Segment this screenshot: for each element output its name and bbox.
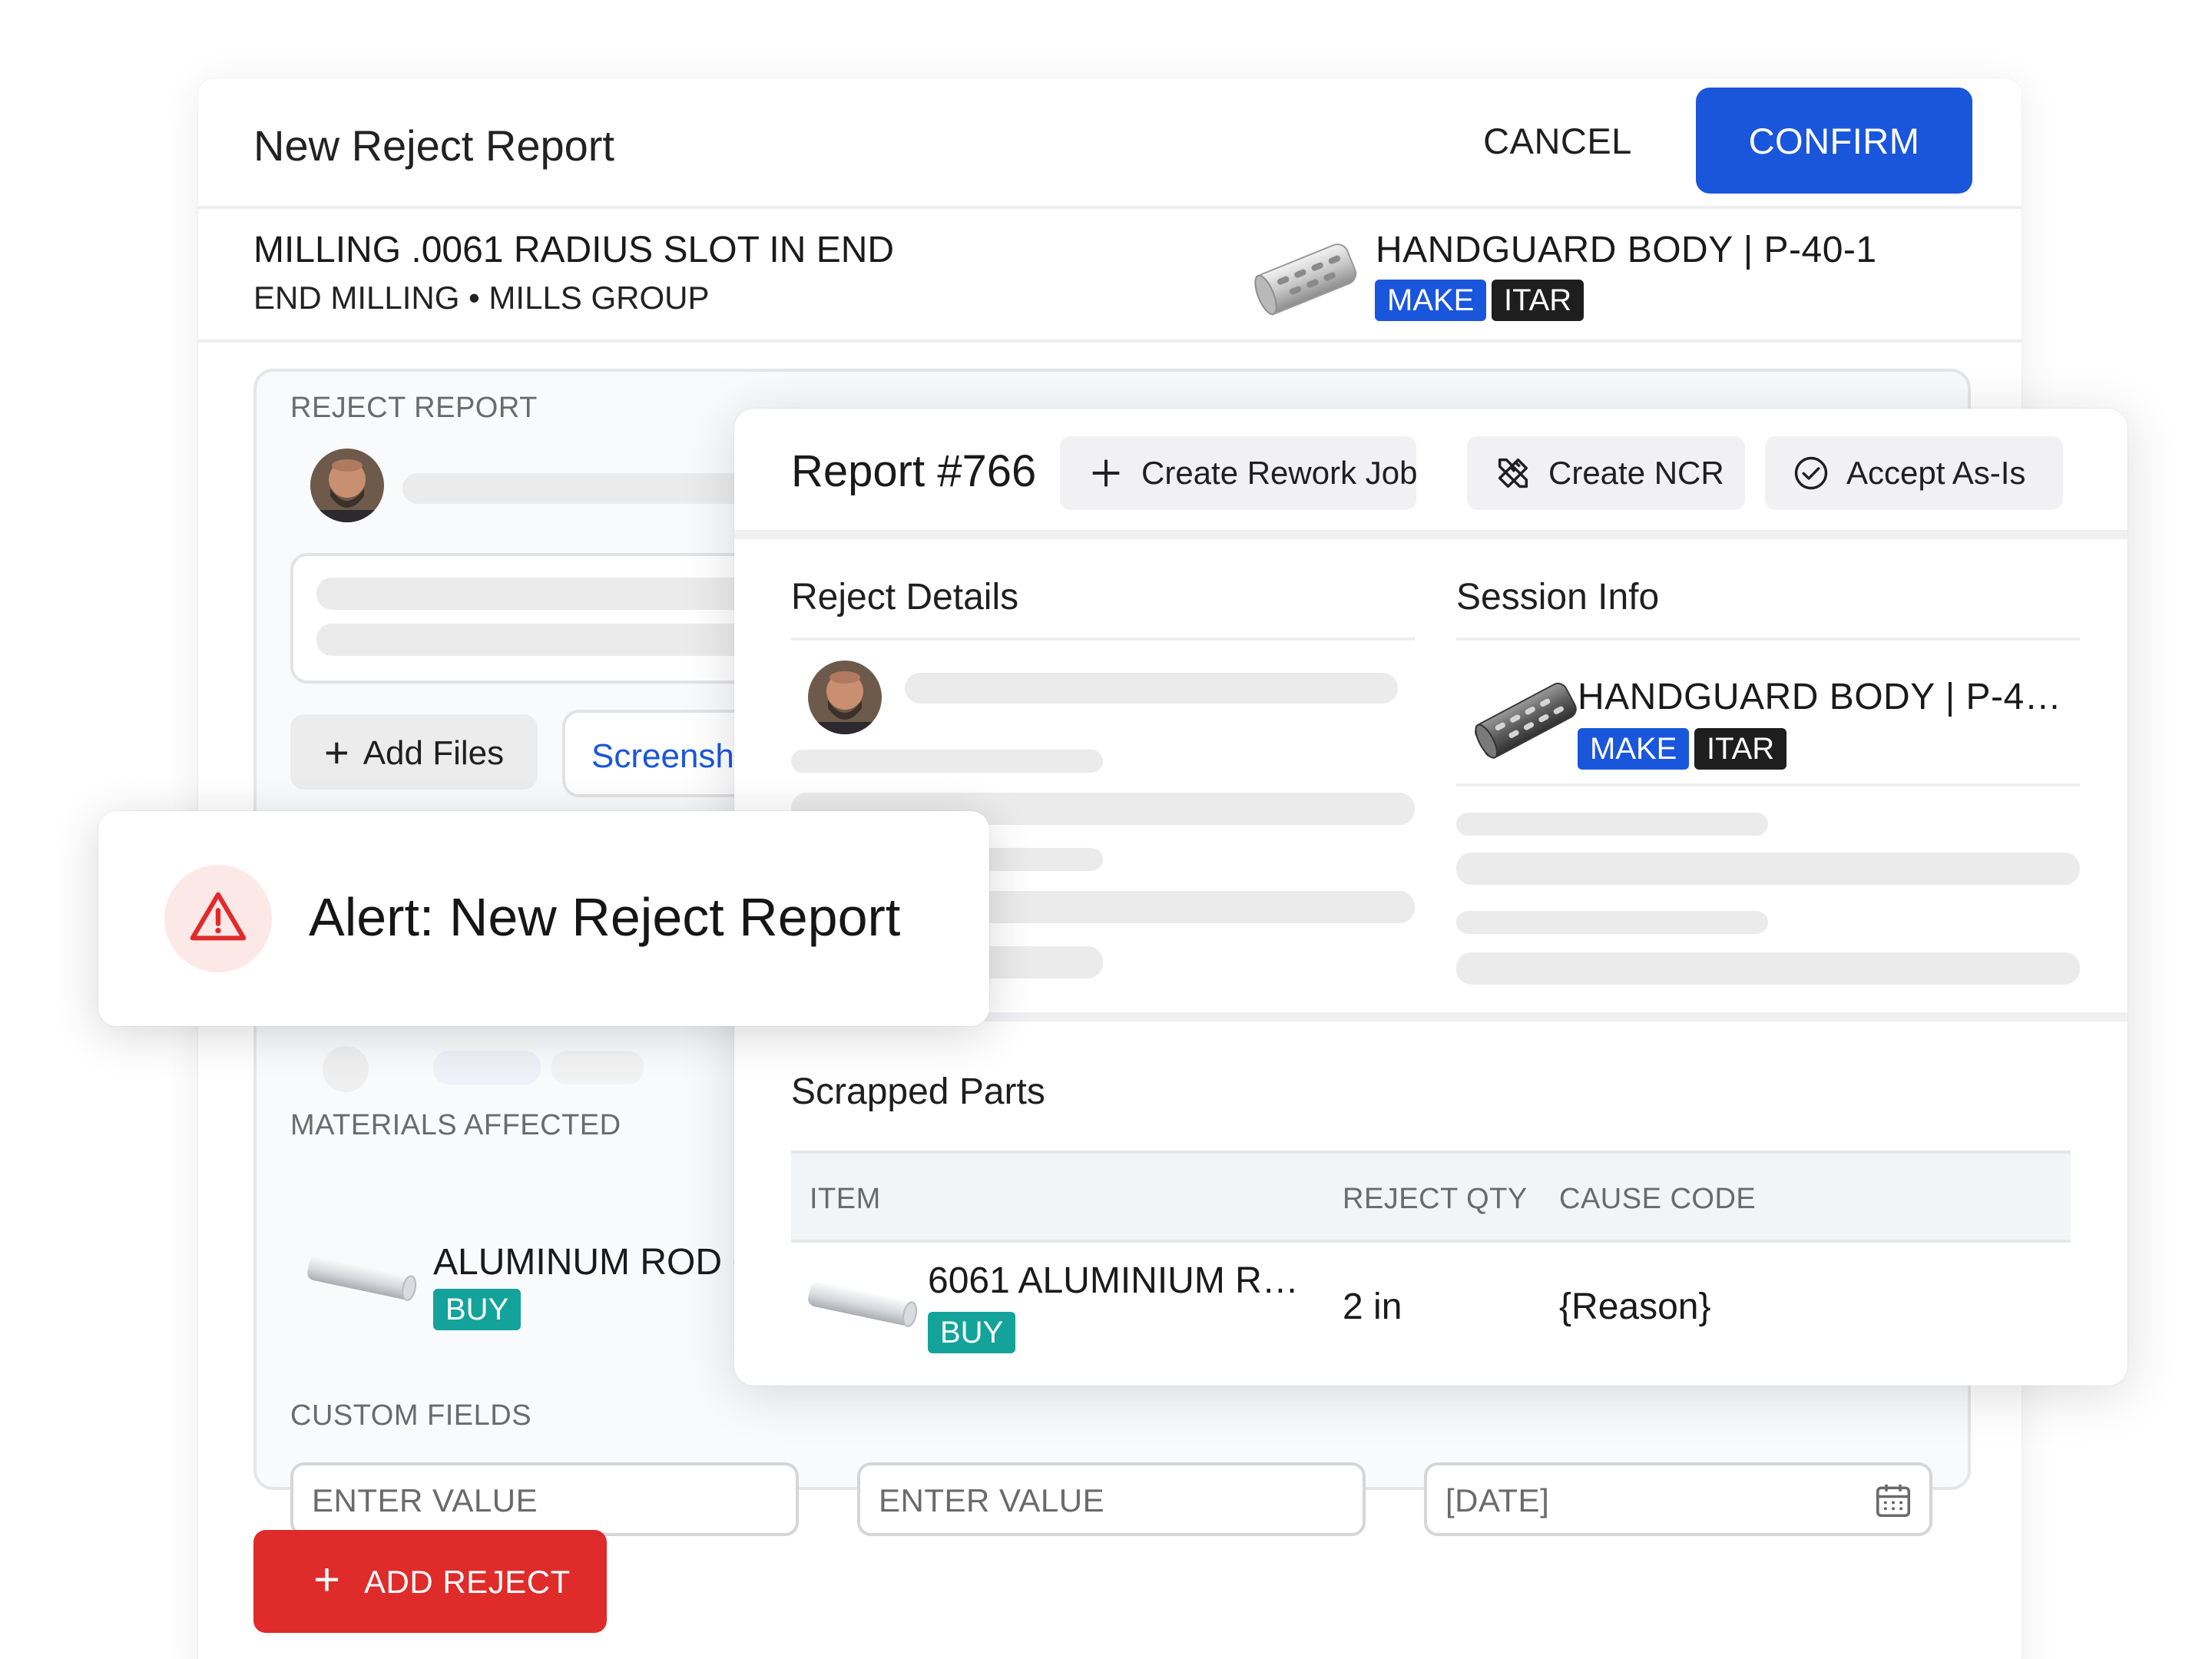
skeleton-line [1456, 853, 2080, 885]
session-info-heading: Session Info [1456, 577, 1660, 618]
check-circle-icon [1794, 456, 1828, 490]
buy-tag: BUY [433, 1289, 522, 1330]
itar-tag: ITAR [1694, 728, 1787, 770]
dialog-header: New Reject Report CANCEL CONFIRM [198, 78, 2022, 209]
ncr-label: Create NCR [1548, 455, 1724, 491]
make-tag: MAKE [1375, 280, 1487, 321]
accept-as-is-button[interactable]: Accept As-Is [1765, 436, 2063, 510]
add-reject-label: ADD REJECT [364, 1564, 571, 1600]
create-ncr-button[interactable]: Create NCR [1467, 436, 1745, 510]
field-placeholder: ENTER VALUE [879, 1482, 1105, 1518]
avatar [808, 661, 882, 734]
dialog-title: New Reject Report [253, 121, 614, 170]
row-cause-code: {Reason} [1559, 1286, 1711, 1327]
table-header: ITEM REJECT QTY CAUSE CODE [791, 1151, 2071, 1243]
operation-title: MILLING .0061 RADIUS SLOT IN END [253, 230, 895, 270]
aluminum-rod-image [307, 1256, 417, 1301]
warning-triangle-icon [190, 892, 247, 941]
row-reject-qty: 2 in [1343, 1286, 1402, 1327]
alert-message: Alert: New Reject Report [309, 887, 901, 947]
confirm-button[interactable]: CONFIRM [1696, 88, 1972, 194]
plus-icon: + [324, 727, 349, 777]
report-header: Report #766 Create Rework Job Create NCR [734, 409, 2128, 539]
create-rework-job-button[interactable]: Create Rework Job [1060, 436, 1418, 510]
skeleton-line [1456, 911, 1768, 934]
handguard-part-image [1475, 682, 1577, 759]
rework-label: Create Rework Job [1141, 455, 1418, 491]
column-header-cause-code: CAUSE CODE [1559, 1183, 1757, 1215]
skeleton-tag [551, 1051, 644, 1084]
divider [1456, 637, 2080, 641]
skeleton-line [791, 750, 1103, 773]
divider [791, 637, 1415, 641]
add-reject-button[interactable]: + ADD REJECT [253, 1530, 607, 1633]
skeleton-thumb [323, 1046, 369, 1092]
skeleton-tag [433, 1051, 541, 1084]
scrapped-parts-heading: Scrapped Parts [791, 1071, 1045, 1112]
report-title: Report #766 [791, 446, 1037, 496]
date-field-input[interactable]: [DATE] [1424, 1462, 1932, 1536]
custom-fields-label: CUSTOM FIELDS [290, 1399, 532, 1432]
plus-icon [1092, 459, 1120, 487]
row-item-name: 6061 ALUMINIUM R… [928, 1260, 1299, 1301]
skeleton-line [402, 473, 763, 504]
new-reject-alert[interactable]: Alert: New Reject Report [98, 811, 989, 1026]
divider [198, 339, 2022, 343]
handguard-part-image [1254, 243, 1357, 316]
column-header-item: ITEM [810, 1183, 881, 1215]
add-files-label: Add Files [363, 733, 505, 772]
alert-icon-badge [164, 865, 272, 972]
skeleton-line [905, 673, 1398, 704]
materials-affected-label: MATERIALS AFFECTED [290, 1109, 621, 1141]
skeleton-line [1456, 952, 2080, 985]
part-name: HANDGUARD BODY | P-40-1 [1376, 230, 1877, 270]
calendar-icon[interactable] [1873, 1479, 1914, 1521]
accept-label: Accept As-Is [1846, 455, 2026, 491]
make-tag: MAKE [1578, 728, 1690, 770]
avatar [310, 449, 384, 522]
divider [1456, 783, 2080, 786]
reject-report-label: REJECT REPORT [290, 392, 538, 424]
field-placeholder: [DATE] [1445, 1482, 1550, 1518]
reject-details-heading: Reject Details [791, 577, 1019, 618]
skeleton-line [1456, 813, 1768, 836]
session-part-name: HANDGUARD BODY | P-4… [1578, 677, 2062, 717]
add-files-button[interactable]: + Add Files [290, 714, 538, 790]
plus-icon: + [313, 1554, 341, 1605]
buy-tag: BUY [928, 1312, 1016, 1353]
field-placeholder: ENTER VALUE [312, 1482, 538, 1518]
custom-field-input-1[interactable]: ENTER VALUE [290, 1462, 799, 1536]
cancel-button[interactable]: CANCEL [1458, 88, 1657, 194]
itar-tag: ITAR [1492, 280, 1584, 321]
ruler-pencil-icon [1498, 458, 1528, 488]
column-header-reject-qty: REJECT QTY [1343, 1183, 1528, 1215]
operation-subtitle: END MILLING • MILLS GROUP [253, 280, 710, 316]
aluminum-rod-image [808, 1282, 918, 1327]
custom-field-input-2[interactable]: ENTER VALUE [857, 1462, 1366, 1536]
